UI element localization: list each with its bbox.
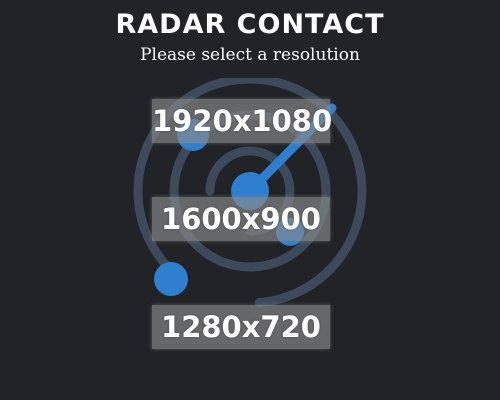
resolution-button-1600x900[interactable]: 1600x900	[152, 197, 330, 241]
resolution-button-1280x720[interactable]: 1280x720	[152, 305, 330, 349]
resolution-launcher: RADAR CONTACT Please select a resolution…	[0, 0, 500, 400]
resolution-button-1920x1080[interactable]: 1920x1080	[152, 99, 332, 143]
resolution-prompt: Please select a resolution	[140, 45, 360, 65]
radar-blip-bottom	[154, 262, 188, 296]
game-title: RADAR CONTACT	[115, 9, 385, 40]
